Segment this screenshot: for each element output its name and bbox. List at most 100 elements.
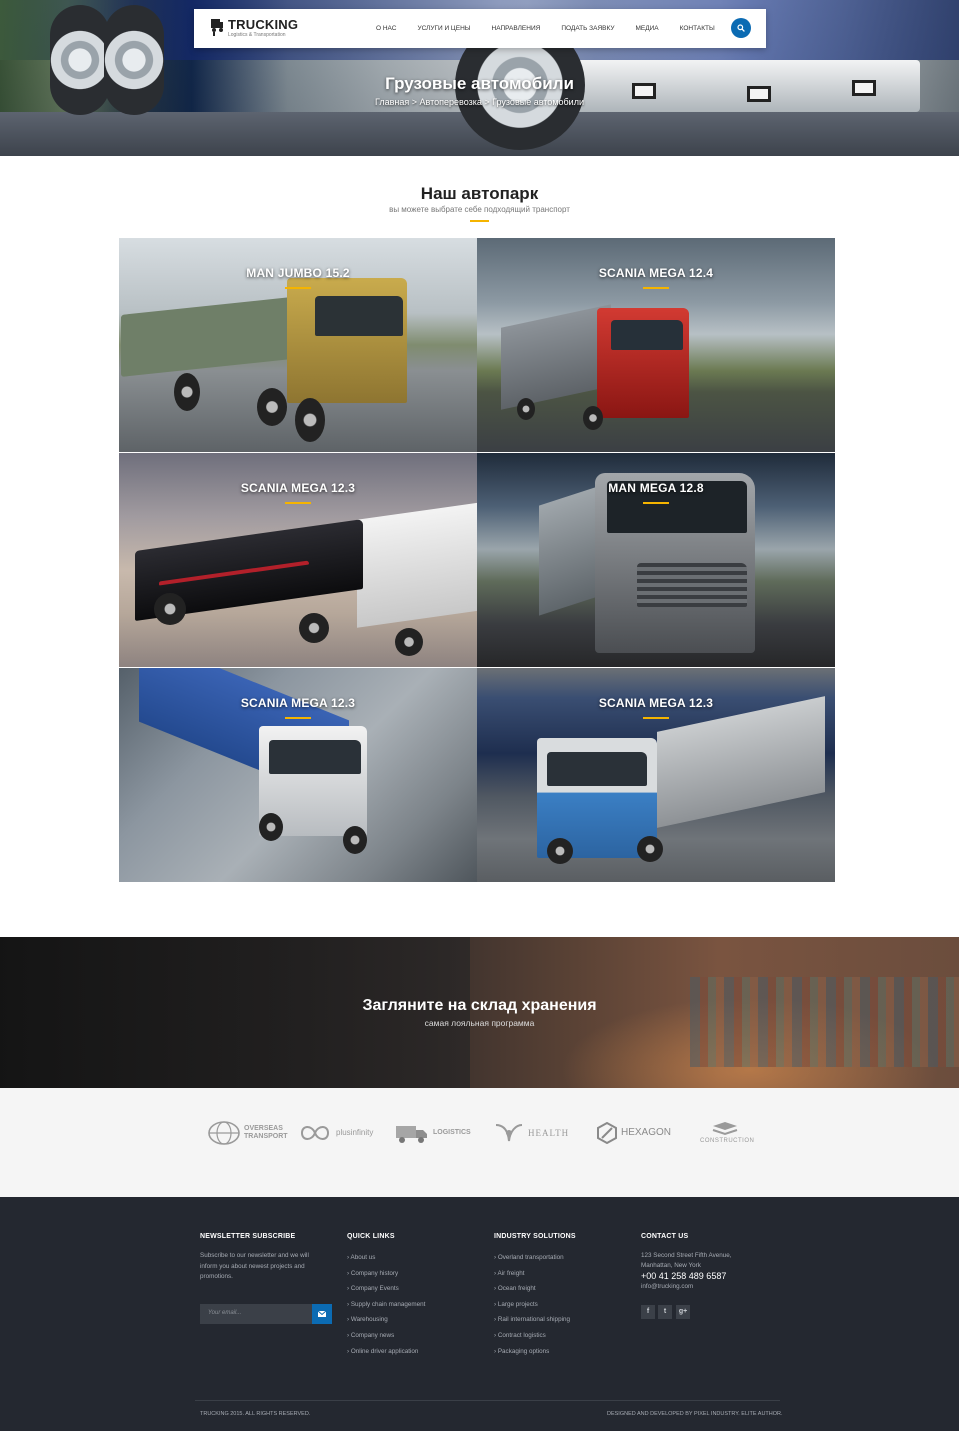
partner-label: LOGISTICS <box>433 1129 471 1136</box>
footer-link[interactable]: Air freight <box>494 1270 624 1286</box>
footer-heading: INDUSTRY SOLUTIONS <box>494 1233 576 1240</box>
credits-text: DESIGNED AND DEVELOPED BY PIXEL INDUSTRY… <box>607 1411 783 1417</box>
breadcrumb[interactable]: Главная > Автоперевозка > Грузовые автом… <box>0 97 959 107</box>
nav-item-media[interactable]: МЕДИА <box>635 25 658 32</box>
fleet-card-title: SCANIA MEGA 12.3 <box>598 696 714 710</box>
contact-phone[interactable]: +00 41 258 489 6587 <box>641 1270 771 1282</box>
partner-label: HEXAGON <box>621 1127 672 1138</box>
newsletter-submit-button[interactable] <box>312 1304 332 1324</box>
fleet-card[interactable]: SCANIA MEGA 12.3 <box>119 453 477 667</box>
truck-windshield <box>547 752 647 786</box>
truck-wheel <box>259 813 283 841</box>
footer-industry-solutions: INDUSTRY SOLUTIONS Overland transportati… <box>494 1233 624 1363</box>
fleet-card[interactable]: MAN JUMBO 15.2 <box>119 238 477 452</box>
fleet-card-title: SCANIA MEGA 12.3 <box>240 481 356 495</box>
footer-link[interactable]: Warehousing <box>347 1316 477 1332</box>
footer-newsletter: NEWSLETTER SUBSCRIBE Subscribe to our ne… <box>200 1233 328 1283</box>
partner-logo[interactable]: HEXAGON <box>597 1118 671 1148</box>
footer-link[interactable]: Rail international shipping <box>494 1316 624 1332</box>
footer-quick-links: QUICK LINKS About us Company history Com… <box>347 1233 477 1363</box>
partner-label: CONSTRUCTION <box>700 1138 755 1144</box>
facebook-icon[interactable]: f <box>641 1305 655 1319</box>
footer-contact: CONTACT US 123 Second Street Fifth Avenu… <box>641 1233 771 1292</box>
newsletter-email-input[interactable]: Your email... <box>200 1304 312 1324</box>
truck-wheel <box>395 628 423 656</box>
nav-item-services[interactable]: УСЛУГИ И ЦЕНЫ <box>417 25 470 32</box>
footer-link[interactable]: Overland transportation <box>494 1254 624 1270</box>
google-plus-icon[interactable]: g+ <box>676 1305 690 1319</box>
footer-link[interactable]: Supply chain management <box>347 1301 477 1317</box>
truck-logo-icon <box>211 19 223 36</box>
fleet-card-title: MAN JUMBO 15.2 <box>246 266 350 280</box>
footer-link[interactable]: Company Events <box>347 1285 477 1301</box>
contact-email[interactable]: info@trucking.com <box>641 1282 771 1292</box>
fleet-title: Наш автопарк <box>420 184 539 203</box>
fleet-subtitle: вы можете выбрате себе подходящий трансп… <box>389 205 570 214</box>
truck-wheel <box>343 826 367 854</box>
truck-icon <box>396 1126 427 1143</box>
partner-logo[interactable]: LOGISTICS <box>395 1118 471 1148</box>
truck-wheel <box>637 836 663 862</box>
partner-logo[interactable]: HEALTH <box>494 1118 569 1148</box>
truck-grille <box>637 563 747 607</box>
footer-link[interactable]: Ocean freight <box>494 1285 624 1301</box>
nav-item-directions[interactable]: НАПРАВЛЕНИЯ <box>492 25 541 32</box>
fleet-card[interactable]: SCANIA MEGA 12.3 <box>477 668 835 882</box>
layers-icon <box>712 1122 738 1136</box>
truck-wheel <box>154 593 186 625</box>
footer-heading: QUICK LINKS <box>347 1233 395 1240</box>
fleet-card-underline <box>643 502 669 504</box>
hexagon-icon <box>597 1122 617 1144</box>
fleet-card-title: SCANIA MEGA 12.4 <box>598 266 714 280</box>
truck-wheel <box>547 838 573 864</box>
footer-heading: CONTACT US <box>641 1233 689 1240</box>
partner-logo[interactable]: CONSTRUCTION <box>700 1118 754 1148</box>
footer-link[interactable]: About us <box>347 1254 477 1270</box>
footer-link[interactable]: Packaging options <box>494 1348 624 1364</box>
fleet-card[interactable]: SCANIA MEGA 12.3 <box>119 668 477 882</box>
partner-logo[interactable]: OVERSEAS TRANSPORT <box>208 1118 288 1148</box>
partners-strip <box>0 1088 959 1197</box>
partner-label: HEALTH <box>528 1128 570 1138</box>
truck-wheel <box>583 406 603 430</box>
truck-wheel <box>517 398 535 420</box>
fleet-card-underline <box>285 502 311 504</box>
newsletter-text: Subscribe to our newsletter and we will … <box>200 1252 309 1280</box>
truck-wheel <box>257 388 287 426</box>
footer-divider <box>195 1400 780 1401</box>
footer-link[interactable]: Company history <box>347 1270 477 1286</box>
nav-menu: О НАС УСЛУГИ И ЦЕНЫ НАПРАВЛЕНИЯ ПОДАТЬ З… <box>376 9 736 48</box>
fleet-card-title: SCANIA MEGA 12.3 <box>240 696 356 710</box>
fleet-card[interactable]: SCANIA MEGA 12.4 <box>477 238 835 452</box>
site-footer <box>0 1197 959 1431</box>
footer-link[interactable]: Company news <box>347 1332 477 1348</box>
search-button[interactable] <box>731 18 751 38</box>
logo-title[interactable]: TRUCKING <box>228 17 298 32</box>
fleet-card-underline <box>643 717 669 719</box>
search-icon <box>737 24 745 32</box>
footer-link[interactable]: Contract logistics <box>494 1332 624 1348</box>
warehouse-title: Загляните на склад хранения <box>362 997 597 1014</box>
partner-label: plusinfinity <box>336 1128 374 1137</box>
fleet-card-underline <box>643 287 669 289</box>
fleet-grid: MAN JUMBO 15.2 SCANIA MEGA 12.4 SCANIA M… <box>119 238 835 882</box>
twitter-icon[interactable]: t <box>658 1305 672 1319</box>
fleet-card-underline <box>285 287 311 289</box>
truck-windshield <box>315 296 403 336</box>
nav-item-contacts[interactable]: КОНТАКТЫ <box>680 25 715 32</box>
contact-address-line: 123 Second Street Fifth Avenue, <box>641 1252 732 1259</box>
logo-subtitle: Logistics & Transportation <box>228 32 286 38</box>
copyright-text: TRUCKING 2015. ALL RIGHTS RESERVED. <box>200 1411 311 1417</box>
top-navbar: TRUCKING Logistics & Transportation О НА… <box>194 9 766 48</box>
fleet-card[interactable]: MAN MEGA 12.8 <box>477 453 835 667</box>
infinity-icon <box>300 1126 330 1140</box>
truck-wheel <box>299 613 329 643</box>
footer-link[interactable]: Large projects <box>494 1301 624 1317</box>
partner-label: OVERSEAS TRANSPORT <box>244 1125 288 1140</box>
nav-item-about[interactable]: О НАС <box>376 25 396 32</box>
footer-link[interactable]: Online driver application <box>347 1348 477 1364</box>
nav-item-request[interactable]: ПОДАТЬ ЗАЯВКУ <box>561 25 614 32</box>
fleet-card-underline <box>285 717 311 719</box>
partner-logo[interactable]: plusinfinity <box>298 1118 373 1148</box>
envelope-icon <box>318 1311 326 1317</box>
